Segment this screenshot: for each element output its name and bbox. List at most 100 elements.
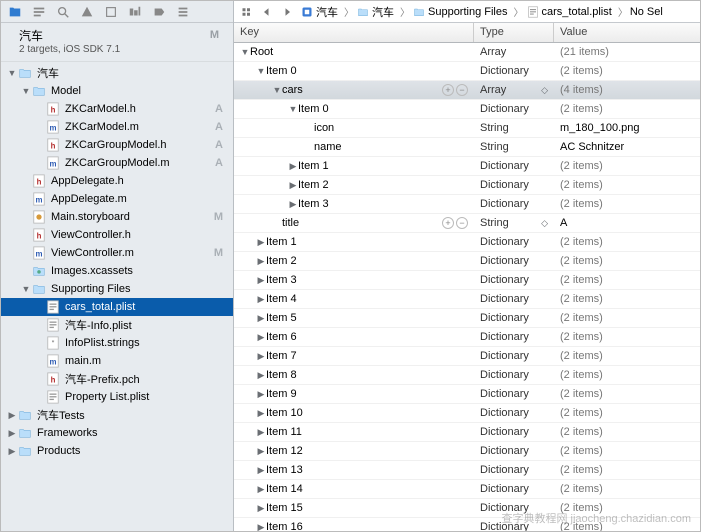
disclosure-triangle-icon[interactable]: ▶ bbox=[256, 446, 266, 457]
disclosure-triangle-icon[interactable]: ▶ bbox=[256, 294, 266, 305]
type-stepper-icon[interactable]: ◇ bbox=[541, 218, 548, 229]
plist-row[interactable]: ▶Item 7Dictionary(2 items) bbox=[234, 347, 700, 366]
disclosure-triangle-icon[interactable]: ▶ bbox=[256, 275, 266, 286]
plist-row[interactable]: ▶Item 11Dictionary(2 items) bbox=[234, 423, 700, 442]
type-stepper-icon[interactable]: ◇ bbox=[541, 85, 548, 96]
disclosure-triangle-icon[interactable]: ▼ bbox=[7, 68, 17, 78]
plist-row[interactable]: ▶Item 3Dictionary(2 items) bbox=[234, 271, 700, 290]
disclosure-triangle-icon[interactable]: ▼ bbox=[256, 66, 266, 76]
tree-row[interactable]: hViewController.h bbox=[1, 226, 233, 244]
plist-row[interactable]: ▶Item 2Dictionary(2 items) bbox=[234, 176, 700, 195]
disclosure-triangle-icon[interactable]: ▼ bbox=[21, 86, 31, 96]
disclosure-triangle-icon[interactable]: ▶ bbox=[256, 484, 266, 495]
disclosure-triangle-icon[interactable]: ▶ bbox=[288, 161, 298, 172]
history-back-icon[interactable] bbox=[258, 3, 276, 21]
plist-row[interactable]: ▶Item 16Dictionary(2 items) bbox=[234, 518, 700, 531]
disclosure-triangle-icon[interactable]: ▶ bbox=[256, 332, 266, 343]
nav-symbol-icon[interactable] bbox=[31, 4, 47, 20]
add-remove-buttons[interactable]: +− bbox=[442, 84, 468, 96]
tree-row[interactable]: ▶汽车Tests bbox=[1, 406, 233, 424]
remove-icon[interactable]: − bbox=[456, 217, 468, 229]
tree-row[interactable]: mAppDelegate.m bbox=[1, 190, 233, 208]
tree-row[interactable]: h汽车-Prefix.pch bbox=[1, 370, 233, 388]
tree-row[interactable]: Images.xcassets bbox=[1, 262, 233, 280]
tree-row[interactable]: mZKCarModel.mA bbox=[1, 118, 233, 136]
plist-row[interactable]: ▼cars+−Array◇(4 items) bbox=[234, 81, 700, 100]
disclosure-triangle-icon[interactable]: ▶ bbox=[7, 410, 17, 421]
breadcrumb-item[interactable]: 〉cars_total.plist bbox=[510, 4, 614, 19]
plist-row[interactable]: ▶Item 8Dictionary(2 items) bbox=[234, 366, 700, 385]
plist-row[interactable]: ▶Item 1Dictionary(2 items) bbox=[234, 233, 700, 252]
plist-row[interactable]: ▶Item 15Dictionary(2 items) bbox=[234, 499, 700, 518]
plist-row[interactable]: ▶Item 10Dictionary(2 items) bbox=[234, 404, 700, 423]
plist-row[interactable]: ▶Item 5Dictionary(2 items) bbox=[234, 309, 700, 328]
tree-row[interactable]: ▼汽车 bbox=[1, 64, 233, 82]
plist-row[interactable]: ▼Item 0Dictionary(2 items) bbox=[234, 100, 700, 119]
plist-row[interactable]: ▶Item 13Dictionary(2 items) bbox=[234, 461, 700, 480]
plist-row[interactable]: ▼RootArray(21 items) bbox=[234, 43, 700, 62]
disclosure-triangle-icon[interactable]: ▶ bbox=[7, 446, 17, 457]
tree-row[interactable]: mmain.m bbox=[1, 352, 233, 370]
disclosure-triangle-icon[interactable]: ▶ bbox=[256, 389, 266, 400]
plist-row[interactable]: iconStringm_180_100.png bbox=[234, 119, 700, 138]
add-icon[interactable]: + bbox=[442, 84, 454, 96]
plist-row[interactable]: ▶Item 2Dictionary(2 items) bbox=[234, 252, 700, 271]
related-items-icon[interactable] bbox=[238, 3, 256, 21]
nav-breakpoint-icon[interactable] bbox=[151, 4, 167, 20]
tree-row[interactable]: mZKCarGroupModel.mA bbox=[1, 154, 233, 172]
plist-row[interactable]: ▶Item 9Dictionary(2 items) bbox=[234, 385, 700, 404]
tree-row[interactable]: 汽车-Info.plist bbox=[1, 316, 233, 334]
disclosure-triangle-icon[interactable]: ▼ bbox=[272, 85, 282, 95]
plist-row[interactable]: ▶Item 1Dictionary(2 items) bbox=[234, 157, 700, 176]
remove-icon[interactable]: − bbox=[456, 84, 468, 96]
disclosure-triangle-icon[interactable]: ▶ bbox=[256, 465, 266, 476]
history-forward-icon[interactable] bbox=[278, 3, 296, 21]
disclosure-triangle-icon[interactable]: ▶ bbox=[256, 256, 266, 267]
disclosure-triangle-icon[interactable]: ▶ bbox=[256, 427, 266, 438]
tree-row[interactable]: cars_total.plist bbox=[1, 298, 233, 316]
disclosure-triangle-icon[interactable]: ▶ bbox=[7, 428, 17, 439]
disclosure-triangle-icon[interactable]: ▶ bbox=[256, 237, 266, 248]
tree-row[interactable]: "InfoPlist.strings bbox=[1, 334, 233, 352]
plist-row[interactable]: title+−String◇A bbox=[234, 214, 700, 233]
disclosure-triangle-icon[interactable]: ▶ bbox=[256, 503, 266, 514]
breadcrumb-item[interactable]: 汽车 bbox=[298, 4, 340, 20]
disclosure-triangle-icon[interactable]: ▶ bbox=[256, 313, 266, 324]
breadcrumb-item[interactable]: 〉Supporting Files bbox=[396, 4, 510, 19]
plist-row[interactable]: ▶Item 4Dictionary(2 items) bbox=[234, 290, 700, 309]
disclosure-triangle-icon[interactable]: ▼ bbox=[21, 284, 31, 294]
column-value[interactable]: Value bbox=[554, 23, 700, 42]
disclosure-triangle-icon[interactable]: ▼ bbox=[240, 47, 250, 57]
plist-row[interactable]: ▶Item 3Dictionary(2 items) bbox=[234, 195, 700, 214]
tree-row[interactable]: Main.storyboardM bbox=[1, 208, 233, 226]
plist-row[interactable]: ▶Item 14Dictionary(2 items) bbox=[234, 480, 700, 499]
column-key[interactable]: Key bbox=[234, 23, 474, 42]
tree-row[interactable]: ▼Supporting Files bbox=[1, 280, 233, 298]
nav-issue-icon[interactable] bbox=[79, 4, 95, 20]
disclosure-triangle-icon[interactable]: ▶ bbox=[256, 408, 266, 419]
plist-row[interactable]: ▶Item 12Dictionary(2 items) bbox=[234, 442, 700, 461]
disclosure-triangle-icon[interactable]: ▶ bbox=[288, 180, 298, 191]
breadcrumb-item[interactable]: 〉No Sel bbox=[614, 4, 665, 19]
nav-debug-icon[interactable] bbox=[127, 4, 143, 20]
tree-row[interactable]: ▶Products bbox=[1, 442, 233, 460]
column-type[interactable]: Type bbox=[474, 23, 554, 42]
tree-row[interactable]: hZKCarModel.hA bbox=[1, 100, 233, 118]
tree-row[interactable]: Property List.plist bbox=[1, 388, 233, 406]
tree-row[interactable]: hZKCarGroupModel.hA bbox=[1, 136, 233, 154]
nav-folder-icon[interactable] bbox=[7, 4, 23, 20]
nav-test-icon[interactable] bbox=[103, 4, 119, 20]
project-root[interactable]: 汽车 2 targets, iOS SDK 7.1 M bbox=[1, 23, 233, 62]
disclosure-triangle-icon[interactable]: ▶ bbox=[256, 351, 266, 362]
add-remove-buttons[interactable]: +− bbox=[442, 217, 468, 229]
plist-row[interactable]: ▼Item 0Dictionary(2 items) bbox=[234, 62, 700, 81]
plist-row[interactable]: ▶Item 6Dictionary(2 items) bbox=[234, 328, 700, 347]
disclosure-triangle-icon[interactable]: ▼ bbox=[288, 104, 298, 114]
add-icon[interactable]: + bbox=[442, 217, 454, 229]
tree-row[interactable]: mViewController.mM bbox=[1, 244, 233, 262]
nav-log-icon[interactable] bbox=[175, 4, 191, 20]
breadcrumb-item[interactable]: 〉汽车 bbox=[340, 4, 396, 20]
disclosure-triangle-icon[interactable]: ▶ bbox=[288, 199, 298, 210]
tree-row[interactable]: ▼Model bbox=[1, 82, 233, 100]
nav-search-icon[interactable] bbox=[55, 4, 71, 20]
